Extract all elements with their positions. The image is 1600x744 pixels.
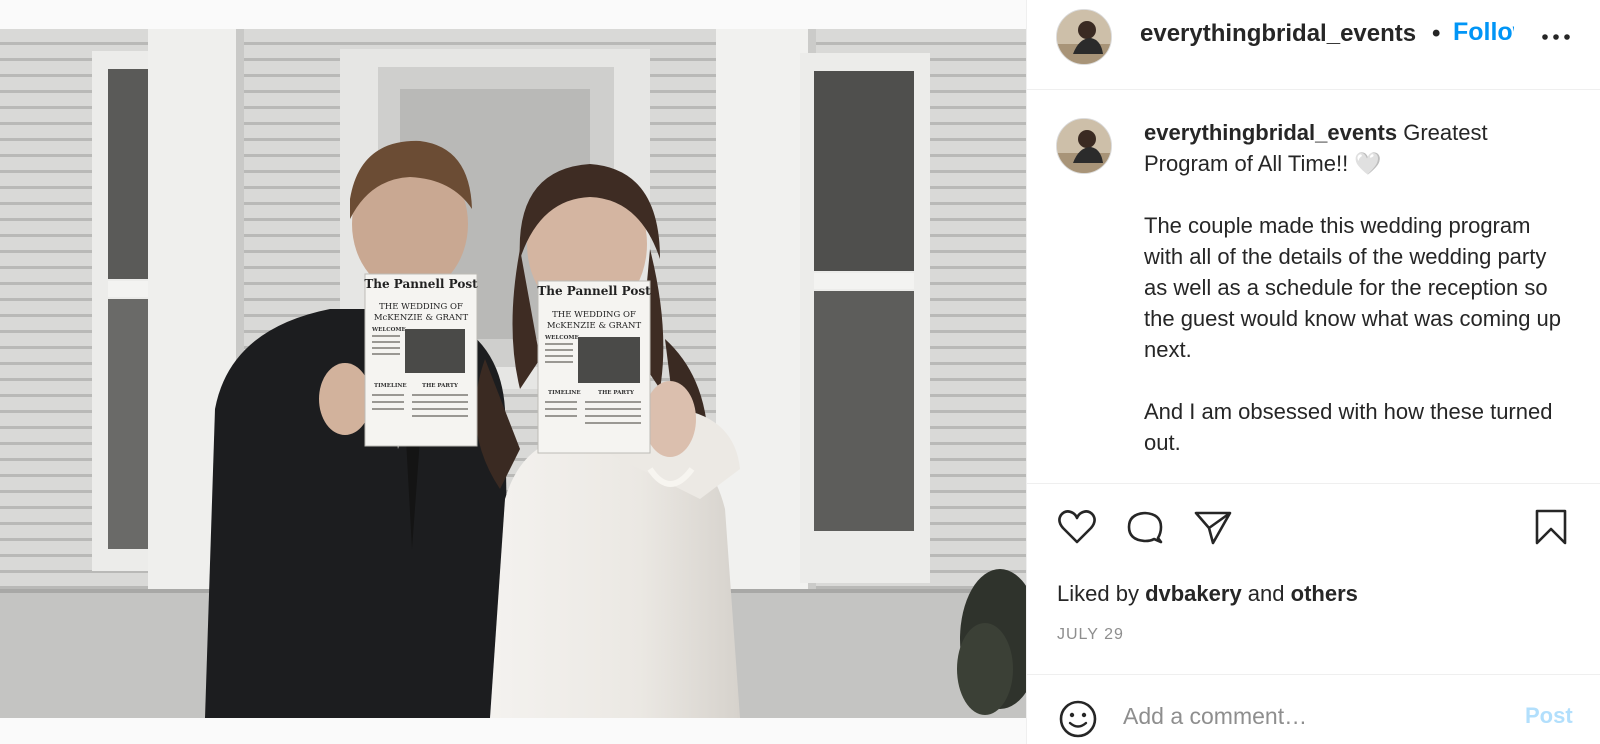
- emoji-button[interactable]: [1056, 697, 1100, 741]
- liked-by-others[interactable]: others: [1291, 581, 1358, 606]
- follow-button[interactable]: Follow: [1453, 18, 1514, 47]
- program-left-welcome: WELCOME: [371, 327, 406, 333]
- emoji-icon: [1059, 700, 1097, 738]
- post-side-panel: everythingbridal_events • Follow everyth…: [1026, 0, 1600, 744]
- more-horizontal-icon: [1542, 34, 1570, 40]
- comment-button[interactable]: [1123, 505, 1167, 549]
- caption-paragraph-3: And I am obsessed with how these turned …: [1144, 399, 1553, 455]
- paper-plane-icon: [1194, 511, 1232, 545]
- post-comment-button[interactable]: Post: [1525, 703, 1573, 729]
- caption-username[interactable]: everythingbridal_events: [1144, 120, 1397, 145]
- avatar[interactable]: [1056, 9, 1112, 65]
- comment-bar: Post: [1027, 674, 1600, 744]
- wedding-photo: The Pannell Post THE WEDDING OF McKENZIE…: [0, 29, 1026, 718]
- likes-prefix: Liked by: [1057, 581, 1146, 606]
- program-left-headline-1: THE WEDDING OF: [379, 302, 463, 312]
- header-username[interactable]: everythingbridal_events: [1140, 20, 1416, 48]
- program-right: [537, 280, 651, 454]
- caption-avatar[interactable]: [1056, 118, 1112, 174]
- program-left-headline-2: McKENZIE & GRANT: [374, 313, 469, 323]
- likes-summary: Liked by dvbakery and others: [1057, 581, 1358, 607]
- more-options-button[interactable]: [1539, 20, 1573, 54]
- comment-icon: [1127, 511, 1163, 544]
- avatar-image: [1057, 10, 1111, 64]
- avatar-image: [1057, 119, 1111, 173]
- share-button[interactable]: [1191, 505, 1235, 549]
- likes-conjunction: and: [1241, 581, 1291, 606]
- program-right-title: The Pannell Post: [537, 284, 651, 298]
- save-button[interactable]: [1529, 505, 1573, 549]
- post-date[interactable]: JULY 29: [1057, 626, 1124, 644]
- liked-by-user[interactable]: dvbakery: [1145, 581, 1242, 606]
- media-pane: The Pannell Post THE WEDDING OF McKENZIE…: [0, 0, 1026, 744]
- program-right-headline-2: McKENZIE & GRANT: [547, 321, 642, 331]
- bookmark-icon: [1535, 509, 1567, 545]
- caption-paragraph-2: The couple made this wedding program wit…: [1144, 213, 1562, 362]
- caption-text: everythingbridal_events Greatest Program…: [1144, 117, 1574, 458]
- program-left: [364, 273, 478, 447]
- header-separator: •: [1432, 20, 1441, 47]
- program-right-party: THE PARTY: [598, 390, 634, 396]
- program-right-welcome: WELCOME: [544, 335, 579, 341]
- program-right-timeline: TIMELINE: [548, 390, 581, 396]
- program-left-title: The Pannell Post: [364, 277, 478, 291]
- like-button[interactable]: [1055, 505, 1099, 549]
- heart-icon: [1058, 510, 1096, 544]
- caption-area: everythingbridal_events Greatest Program…: [1027, 90, 1600, 484]
- post-header: everythingbridal_events • Follow: [1027, 0, 1600, 90]
- post-actions: [1027, 484, 1600, 554]
- comment-input[interactable]: [1123, 695, 1503, 737]
- program-left-timeline: TIMELINE: [374, 383, 407, 389]
- program-left-party: THE PARTY: [422, 383, 458, 389]
- post-photo[interactable]: The Pannell Post THE WEDDING OF McKENZIE…: [0, 29, 1026, 718]
- program-right-headline-1: THE WEDDING OF: [552, 310, 636, 320]
